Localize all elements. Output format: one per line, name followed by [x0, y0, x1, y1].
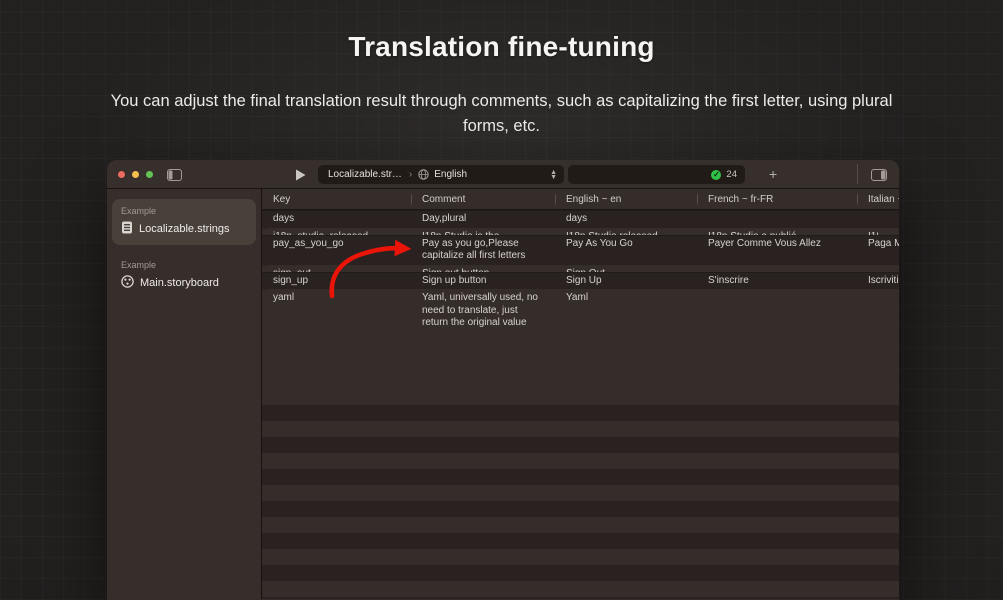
strings-file-icon [121, 221, 133, 237]
sidebar-item-label: Localizable.strings [139, 223, 230, 235]
sidebar: Example Localizable.strings Example Main… [107, 189, 262, 599]
check-circle-icon: ✓ [711, 170, 721, 180]
globe-icon [418, 169, 429, 180]
cell-key[interactable]: sign_up [262, 273, 411, 290]
empty-rows-stripes [262, 405, 899, 600]
minimize-window-button[interactable] [132, 171, 139, 178]
cell-english[interactable]: Pay As You Go [555, 236, 697, 265]
storyboard-icon [121, 275, 134, 291]
cell-key[interactable]: yaml [262, 290, 411, 332]
breadcrumb-language[interactable]: English [434, 169, 467, 180]
column-header-italian[interactable]: Italian ~ it [857, 194, 899, 205]
sidebar-section-label: Example [121, 260, 248, 270]
cell-french[interactable] [697, 211, 857, 228]
close-window-button[interactable] [118, 171, 125, 178]
sidebar-item-label: Main.storyboard [140, 277, 219, 289]
traffic-lights [118, 171, 153, 178]
table-row[interactable]: yaml Yaml, universally used, no need to … [262, 289, 269, 296]
table-row[interactable]: days Day,plural days [262, 210, 899, 228]
cell-comment[interactable]: Day,plural [411, 211, 555, 228]
column-header-english[interactable]: English ~ en [555, 194, 697, 205]
cell-italian[interactable] [857, 211, 899, 228]
sidebar-item-localizable-strings[interactable]: Example Localizable.strings [112, 199, 256, 245]
column-header-key[interactable]: Key [262, 194, 411, 205]
translation-status-badge: ✓ 24 [711, 169, 737, 180]
sidebar-section-label: Example [121, 206, 248, 216]
table-row[interactable]: i18n_studio_released I18n Studio is the … [262, 228, 269, 235]
cell-comment[interactable]: Pay as you go,Please capitalize all firs… [411, 236, 555, 265]
sidebar-toggle-icon[interactable] [167, 168, 182, 186]
cell-english[interactable]: Sign Up [555, 273, 697, 290]
cell-french[interactable]: S'inscrire [697, 273, 857, 290]
window-titlebar: Localizable.str… › English ▲▼ ✓ 24 + [107, 160, 899, 189]
cell-french[interactable]: Payer Comme Vous Allez [697, 236, 857, 265]
popup-stepper-icon[interactable]: ▲▼ [550, 170, 557, 180]
cell-key[interactable]: pay_as_you_go [262, 236, 411, 265]
column-header-comment[interactable]: Comment [411, 194, 555, 205]
cell-italian[interactable]: Iscriviti [857, 273, 899, 290]
table-row[interactable]: pay_as_you_go Pay as you go,Please capit… [262, 235, 899, 265]
table-body: days Day,plural days i18n_studio_release… [262, 210, 899, 405]
table-row[interactable]: sign_out Sign out button Sign Out [262, 265, 269, 272]
sidebar-item-main-storyboard[interactable]: Example Main.storyboard [112, 253, 256, 299]
page-subtitle: You can adjust the final translation res… [102, 89, 902, 139]
app-window: Localizable.str… › English ▲▼ ✓ 24 + Exa… [107, 160, 899, 600]
translation-table: Key Comment English ~ en French ~ fr-FR … [262, 189, 899, 599]
cell-french[interactable] [697, 290, 857, 332]
status-field: ✓ 24 [568, 165, 745, 184]
table-header: Key Comment English ~ en French ~ fr-FR … [262, 189, 899, 210]
cell-comment[interactable]: Sign up button [411, 273, 555, 290]
breadcrumb-file[interactable]: Localizable.str… [328, 169, 402, 180]
column-header-french[interactable]: French ~ fr-FR [697, 194, 857, 205]
cell-italian[interactable] [857, 290, 878, 332]
status-count: 24 [726, 169, 737, 180]
cell-key[interactable]: days [262, 211, 411, 228]
file-language-popup[interactable]: Localizable.str… › English ▲▼ [318, 165, 564, 184]
toolbar-divider [857, 164, 858, 184]
cell-english[interactable]: days [555, 211, 697, 228]
cell-italian[interactable]: Paga Mentre [857, 236, 899, 265]
play-icon[interactable] [295, 168, 306, 186]
inspector-toggle-icon[interactable] [871, 168, 887, 186]
page-title: Translation fine-tuning [0, 31, 1003, 63]
table-row[interactable]: sign_up Sign up button Sign Up S'inscrir… [262, 272, 899, 290]
cell-comment[interactable]: Yaml, universally used, no need to trans… [411, 290, 555, 332]
cell-english[interactable]: Yaml [555, 290, 697, 332]
zoom-window-button[interactable] [146, 171, 153, 178]
chevron-right-icon: › [409, 169, 412, 180]
add-button[interactable]: + [769, 166, 777, 182]
